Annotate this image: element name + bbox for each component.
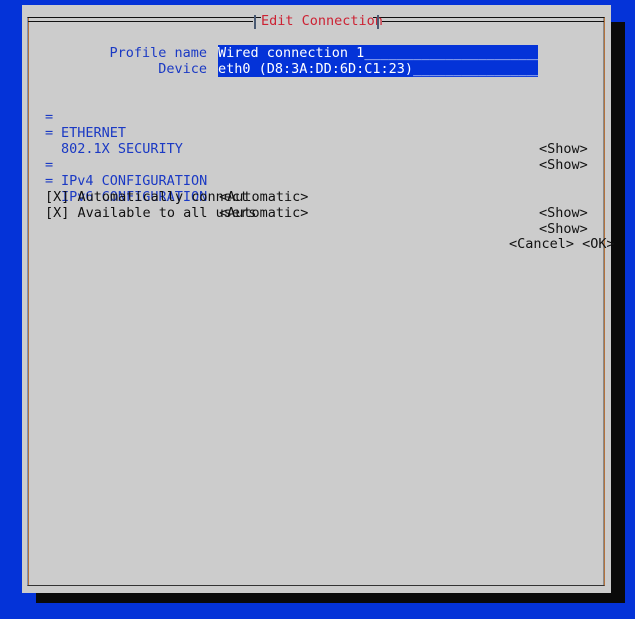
profile-name-input[interactable]: Wired connection 1______________________ bbox=[218, 45, 538, 61]
dialog-button-bar: <Cancel> <OK> bbox=[509, 236, 615, 252]
dialog-border-bevel-right bbox=[603, 18, 604, 585]
terminal-background: Edit Connection Profile name Wired conne… bbox=[0, 0, 635, 619]
titlebar-tick-right-icon bbox=[377, 15, 379, 29]
profile-name-label: Profile name bbox=[109, 45, 207, 61]
button-separator bbox=[574, 236, 582, 252]
titlebar-tick-left-icon bbox=[254, 15, 256, 29]
section-row-ethernet[interactable]: = ETHERNET <Show> bbox=[29, 93, 603, 157]
dialog-title: Edit Connection bbox=[261, 13, 383, 29]
titlebar-rule-right bbox=[382, 21, 604, 22]
802-1x-security-expander-icon[interactable]: = bbox=[45, 125, 53, 141]
ok-button[interactable]: <OK> bbox=[582, 236, 615, 252]
ipv6-configuration-expander-icon[interactable]: = bbox=[45, 173, 53, 189]
checkbox-automatically-connect[interactable]: [X] Automatically connect bbox=[45, 189, 248, 205]
titlebar-rule-left bbox=[28, 21, 253, 22]
device-row: Device eth0 (D8:3A:DD:6D:C1:23)_________… bbox=[29, 61, 603, 77]
ipv6-configuration-show-button[interactable]: <Show> bbox=[539, 221, 588, 237]
device-filler: ________________ bbox=[413, 61, 538, 77]
device-value: eth0 (D8:3A:DD:6D:C1:23) bbox=[218, 61, 414, 77]
profile-name-filler: ______________________ bbox=[364, 45, 538, 61]
dialog-content: Profile name Wired connection 1_________… bbox=[29, 29, 615, 583]
cancel-button[interactable]: <Cancel> bbox=[509, 236, 574, 252]
dialog-titlebar: Edit Connection bbox=[27, 10, 605, 29]
profile-name-value: Wired connection 1 bbox=[218, 45, 365, 61]
profile-name-row: Profile name Wired connection 1_________… bbox=[29, 45, 603, 61]
ipv4-configuration-show-button[interactable]: <Show> bbox=[539, 205, 588, 221]
section-row-ipv6-configuration[interactable]: = IPv6 CONFIGURATION <Automatic> <Show> bbox=[29, 157, 603, 237]
checkbox-available-to-all-users[interactable]: [X] Available to all users bbox=[45, 205, 256, 221]
device-label: Device bbox=[158, 61, 207, 77]
edit-connection-dialog: Edit Connection Profile name Wired conne… bbox=[22, 5, 615, 593]
section-row-802-1x-security[interactable]: = 802.1X SECURITY <Show> bbox=[29, 109, 603, 173]
section-row-ipv4-configuration[interactable]: = IPv4 CONFIGURATION <Automatic> <Show> bbox=[29, 141, 603, 221]
device-input[interactable]: eth0 (D8:3A:DD:6D:C1:23)________________ bbox=[218, 61, 538, 77]
